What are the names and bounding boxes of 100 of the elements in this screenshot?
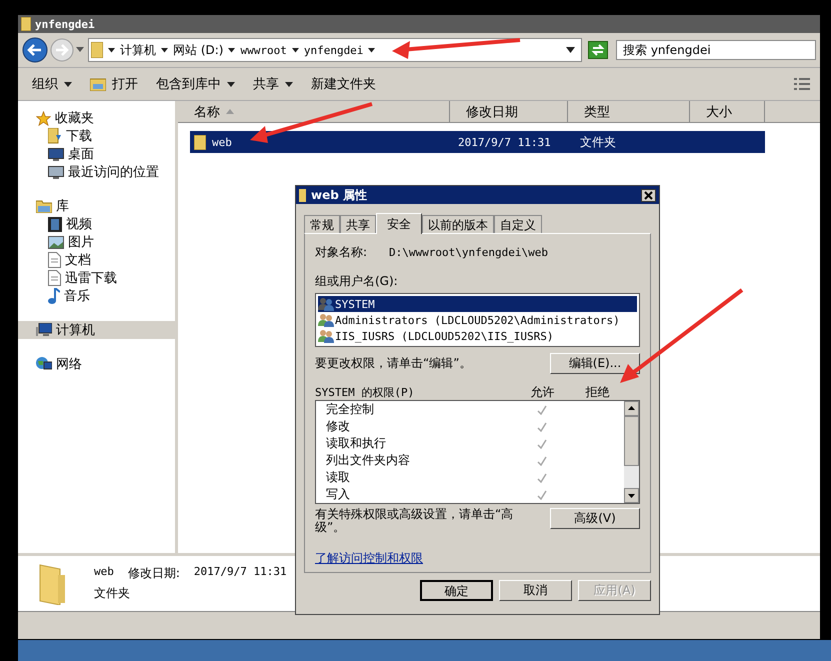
users-icon bbox=[318, 297, 334, 311]
tab[interactable]: 常规 bbox=[304, 215, 340, 233]
group-list-label: 组或用户名(G): bbox=[315, 273, 399, 290]
breadcrumb[interactable]: wwwroot bbox=[240, 44, 287, 56]
users-icon bbox=[318, 313, 334, 327]
caret-icon bbox=[64, 82, 72, 86]
permission-name: 读取 bbox=[326, 469, 351, 486]
file-type: 文件夹 bbox=[94, 585, 131, 602]
caret-icon[interactable] bbox=[108, 48, 115, 52]
view-options-icon[interactable] bbox=[794, 78, 810, 90]
caret-icon bbox=[285, 82, 293, 86]
column-header: 允许 bbox=[530, 384, 556, 400]
file-type: 文件夹 bbox=[579, 134, 617, 150]
music-note-icon bbox=[48, 288, 60, 304]
sidebar-item[interactable]: 图片 bbox=[18, 233, 175, 251]
folder-icon bbox=[299, 188, 306, 202]
folder-icon bbox=[91, 42, 103, 58]
toolbar-button[interactable]: 共享 bbox=[249, 73, 297, 95]
sidebar-item[interactable]: 视频 bbox=[18, 215, 175, 233]
sidebar-item[interactable]: 迅雷下载 bbox=[18, 269, 175, 287]
folder-icon bbox=[38, 562, 66, 604]
toolbar-button[interactable]: 新建文件夹 bbox=[307, 73, 380, 95]
breadcrumb[interactable]: ynfengdei bbox=[304, 44, 364, 56]
globe-icon bbox=[36, 357, 52, 371]
permission-name: 完全控制 bbox=[326, 401, 375, 418]
sidebar-item[interactable]: 文档 bbox=[18, 251, 175, 269]
document-icon bbox=[48, 270, 61, 286]
sidebar-item[interactable]: 桌面 bbox=[18, 145, 175, 163]
sidebar-item[interactable]: 收藏夹 bbox=[18, 109, 175, 127]
caret-icon[interactable] bbox=[228, 48, 236, 52]
modified-date: 2017/9/7 11:31 bbox=[457, 136, 552, 148]
back-icon[interactable] bbox=[22, 37, 48, 63]
file-name: web bbox=[212, 136, 232, 148]
column-header: 拒绝 bbox=[584, 384, 610, 400]
sidebar-item[interactable]: 库 bbox=[18, 197, 175, 215]
permissions-label: SYSTEM 的权限(P) bbox=[315, 384, 416, 400]
tab[interactable]: 以前的版本 bbox=[422, 215, 494, 233]
object-path: D:\wwwroot\ynfengdei\web bbox=[389, 246, 548, 259]
column-header[interactable]: 名称 bbox=[178, 101, 450, 123]
refresh-icon[interactable] bbox=[588, 41, 608, 59]
sidebar-item[interactable]: 下载 bbox=[18, 127, 175, 145]
search-field[interactable]: 搜索 ynfengdei bbox=[616, 40, 816, 60]
monitor-icon bbox=[48, 148, 64, 160]
breadcrumb[interactable]: 网站 (D:) bbox=[173, 42, 224, 58]
monitor-icon bbox=[48, 166, 64, 178]
permission-name: 写入 bbox=[326, 486, 351, 503]
folder-icon bbox=[90, 77, 106, 91]
advanced-button[interactable]: 高级(V) bbox=[550, 508, 640, 529]
permission-name: 读取和执行 bbox=[326, 435, 387, 452]
help-link[interactable]: 了解访问控制和权限 bbox=[315, 550, 423, 567]
caret-icon[interactable] bbox=[566, 47, 575, 53]
toolbar-button[interactable]: 打开 bbox=[86, 73, 142, 95]
close-icon[interactable] bbox=[641, 188, 656, 202]
user-list-item[interactable]: Administrators (LDCLOUD5202\Administrators) bbox=[318, 312, 637, 328]
toolbar-button[interactable]: 组织 bbox=[28, 73, 76, 95]
sidebar-item[interactable]: 网络 bbox=[18, 355, 175, 373]
tab[interactable]: 共享 bbox=[340, 215, 376, 233]
sidebar-item[interactable]: 音乐 bbox=[18, 287, 175, 305]
picture-icon bbox=[48, 236, 64, 248]
file-name: web bbox=[94, 565, 114, 580]
star-icon bbox=[36, 110, 51, 126]
folder-icon bbox=[48, 128, 62, 144]
window-title: ynfengdei bbox=[35, 18, 95, 30]
advanced-hint: 有关特殊权限或高级设置，请单击“高级”。 bbox=[315, 508, 514, 534]
tab[interactable]: 自定义 bbox=[494, 215, 542, 233]
caret-icon[interactable] bbox=[292, 48, 299, 52]
dialog-title: web 属性 bbox=[311, 186, 367, 204]
modified-date: 2017/9/7 11:31 bbox=[194, 565, 287, 580]
permission-name: 修改 bbox=[326, 418, 351, 435]
user-list-item[interactable]: SYSTEM bbox=[318, 296, 637, 312]
edit-button[interactable]: 编辑(E)... bbox=[550, 353, 640, 374]
film-icon bbox=[48, 216, 62, 232]
file-row[interactable]: web 2017/9/7 11:31 文件夹 bbox=[190, 131, 765, 153]
edit-hint: 要更改权限，请单击“编辑”。 bbox=[315, 355, 472, 372]
dialog-button[interactable]: 确定 bbox=[420, 580, 493, 601]
breadcrumb[interactable]: 计算机 bbox=[120, 42, 156, 58]
column-header[interactable]: 类型 bbox=[568, 101, 690, 123]
user-list-item[interactable]: IIS_IUSRS (LDCLOUD5202\IIS_IUSRS) bbox=[318, 328, 637, 344]
folder-icon bbox=[21, 17, 31, 31]
modified-label: 修改日期: bbox=[128, 565, 180, 582]
caret-icon[interactable] bbox=[368, 48, 376, 52]
address-field[interactable]: 计算机 网站 (D:) wwwroot ynfengdei bbox=[88, 38, 582, 62]
object-name-label: 对象名称: bbox=[315, 244, 368, 261]
permission-name: 列出文件夹内容 bbox=[326, 452, 411, 469]
document-icon bbox=[48, 252, 61, 268]
caret-icon[interactable] bbox=[161, 48, 168, 52]
scroll-up-icon[interactable] bbox=[624, 401, 639, 416]
sidebar-item[interactable]: 计算机 bbox=[18, 321, 175, 339]
column-header[interactable]: 修改日期 bbox=[450, 101, 568, 123]
column-header[interactable]: 大小 bbox=[690, 101, 765, 123]
folder-icon bbox=[194, 134, 206, 150]
scrollbar-thumb[interactable] bbox=[624, 416, 639, 466]
caret-icon bbox=[227, 82, 235, 86]
dialog-button[interactable]: 取消 bbox=[499, 580, 572, 601]
computer-icon bbox=[36, 323, 52, 337]
tab[interactable]: 安全 bbox=[376, 213, 422, 234]
folder-icon bbox=[36, 199, 52, 213]
scroll-down-icon[interactable] bbox=[624, 488, 639, 503]
toolbar-button[interactable]: 包含到库中 bbox=[152, 73, 239, 95]
sidebar-item[interactable]: 最近访问的位置 bbox=[18, 163, 175, 181]
